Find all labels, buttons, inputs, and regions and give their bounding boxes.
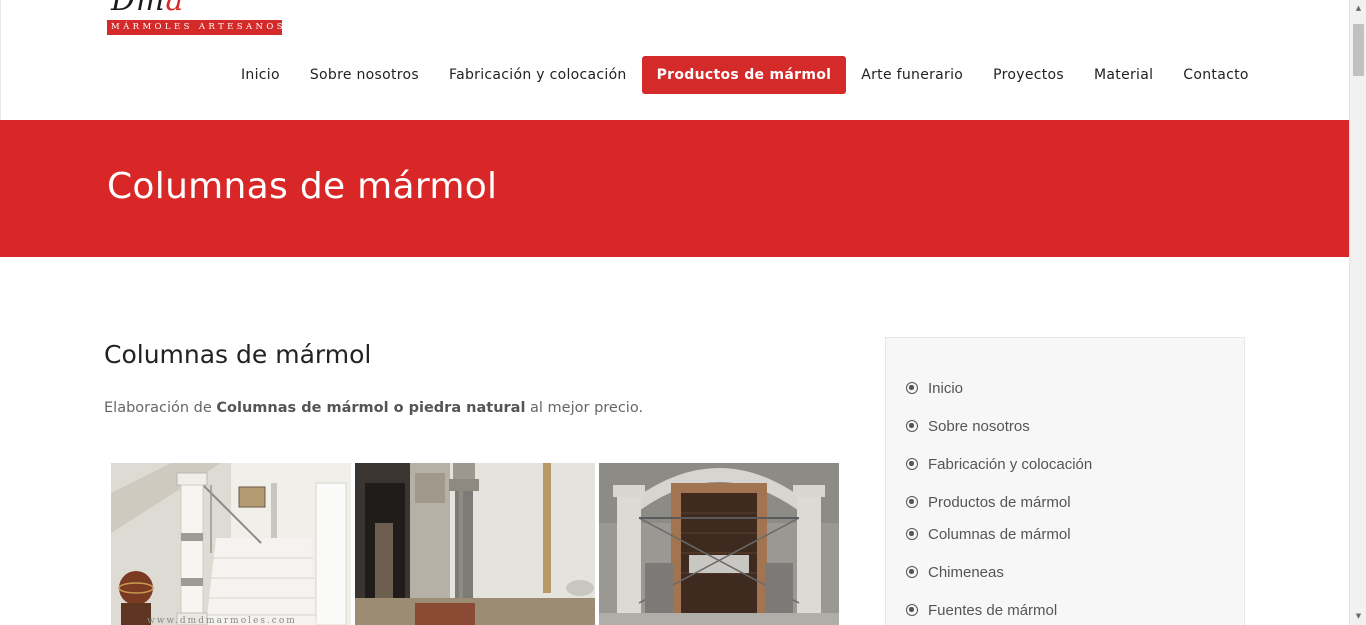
- radio-circle-icon: [906, 420, 918, 432]
- sidebar-item-productos-de-marmol[interactable]: Productos de mármol: [906, 491, 1071, 513]
- radio-circle-icon: [906, 382, 918, 394]
- logo-script-text: Dma: [111, 0, 184, 18]
- logo-script-accent: a: [165, 0, 185, 18]
- sidebar-item-label: Fuentes de mármol: [928, 601, 1058, 619]
- sidebar-item-columnas-de-marmol[interactable]: Columnas de mármol: [906, 523, 1071, 545]
- sidebar-item-label: Inicio: [928, 379, 964, 397]
- facade-photo-image: [599, 463, 839, 625]
- sidebar-item-label: Productos de mármol: [928, 493, 1071, 511]
- arrow-down-icon[interactable]: ▼: [1350, 608, 1366, 625]
- facade-marble-columns-photo[interactable]: [599, 463, 839, 625]
- staircase-photo-image: www.dmdmarmoles.com: [111, 463, 351, 625]
- sidebar-item-label: Columnas de mármol: [928, 525, 1071, 543]
- page-title: Columnas de mármol: [104, 340, 372, 369]
- main-nav: Inicio Sobre nosotros Fabricación y colo…: [226, 56, 1264, 94]
- nav-item-proyectos[interactable]: Proyectos: [978, 56, 1079, 94]
- site-header: Dma MÁRMOLES ARTESANOS Inicio Sobre noso…: [0, 0, 1349, 120]
- sidebar-item-inicio[interactable]: Inicio: [906, 377, 963, 399]
- intro-text-before: Elaboración de: [104, 400, 217, 416]
- courtyard-stone-column-photo[interactable]: [355, 463, 595, 625]
- sidebar-item-fabricacion[interactable]: Fabricación y colocación: [906, 453, 1092, 475]
- sidebar-item-label: Fabricación y colocación: [928, 455, 1093, 473]
- photo-gallery: www.dmdmarmoles.com: [111, 463, 839, 625]
- sidebar-item-sobre-nosotros[interactable]: Sobre nosotros: [906, 415, 1030, 437]
- nav-item-sobre-nosotros[interactable]: Sobre nosotros: [295, 56, 434, 94]
- intro-text-after: al mejor precio.: [525, 400, 644, 416]
- radio-circle-icon: [906, 604, 918, 616]
- arrow-up-icon[interactable]: ▲: [1350, 0, 1366, 17]
- logo-script: Dma: [111, 0, 184, 16]
- nav-item-productos-de-marmol[interactable]: Productos de mármol: [641, 56, 847, 94]
- radio-circle-icon: [906, 566, 918, 578]
- sidebar-item-chimeneas[interactable]: Chimeneas: [906, 561, 1004, 583]
- courtyard-photo-image: [355, 463, 595, 625]
- radio-circle-icon: [906, 496, 918, 508]
- scrollbar-thumb[interactable]: [1353, 24, 1364, 76]
- watermark-text: www.dmdmarmoles.com: [147, 616, 297, 625]
- sidebar-item-label: Sobre nosotros: [928, 417, 1030, 435]
- radio-circle-icon: [906, 458, 918, 470]
- sidebar-menu: Inicio Sobre nosotros Fabricación y colo…: [885, 337, 1245, 625]
- logo-tagline: MÁRMOLES ARTESANOS: [107, 20, 283, 35]
- page-banner: Columnas de mármol: [0, 120, 1349, 257]
- sidebar-item-fuentes-de-marmol[interactable]: Fuentes de mármol: [906, 599, 1057, 621]
- staircase-marble-column-photo[interactable]: www.dmdmarmoles.com: [111, 463, 351, 625]
- nav-item-inicio[interactable]: Inicio: [226, 56, 295, 94]
- page-scrollbar[interactable]: ▲ ▼: [1349, 0, 1366, 625]
- radio-circle-icon: [906, 528, 918, 540]
- site-logo[interactable]: Dma MÁRMOLES ARTESANOS: [107, 0, 283, 36]
- intro-paragraph: Elaboración de Columnas de mármol o pied…: [104, 400, 643, 416]
- intro-text-bold: Columnas de mármol o piedra natural: [216, 400, 526, 416]
- banner-title: Columnas de mármol: [107, 166, 498, 207]
- sidebar-item-label: Chimeneas: [928, 563, 1004, 581]
- nav-item-contacto[interactable]: Contacto: [1168, 56, 1263, 94]
- nav-item-fabricacion[interactable]: Fabricación y colocación: [434, 56, 642, 94]
- nav-item-material[interactable]: Material: [1079, 56, 1168, 94]
- nav-item-arte-funerario[interactable]: Arte funerario: [846, 56, 978, 94]
